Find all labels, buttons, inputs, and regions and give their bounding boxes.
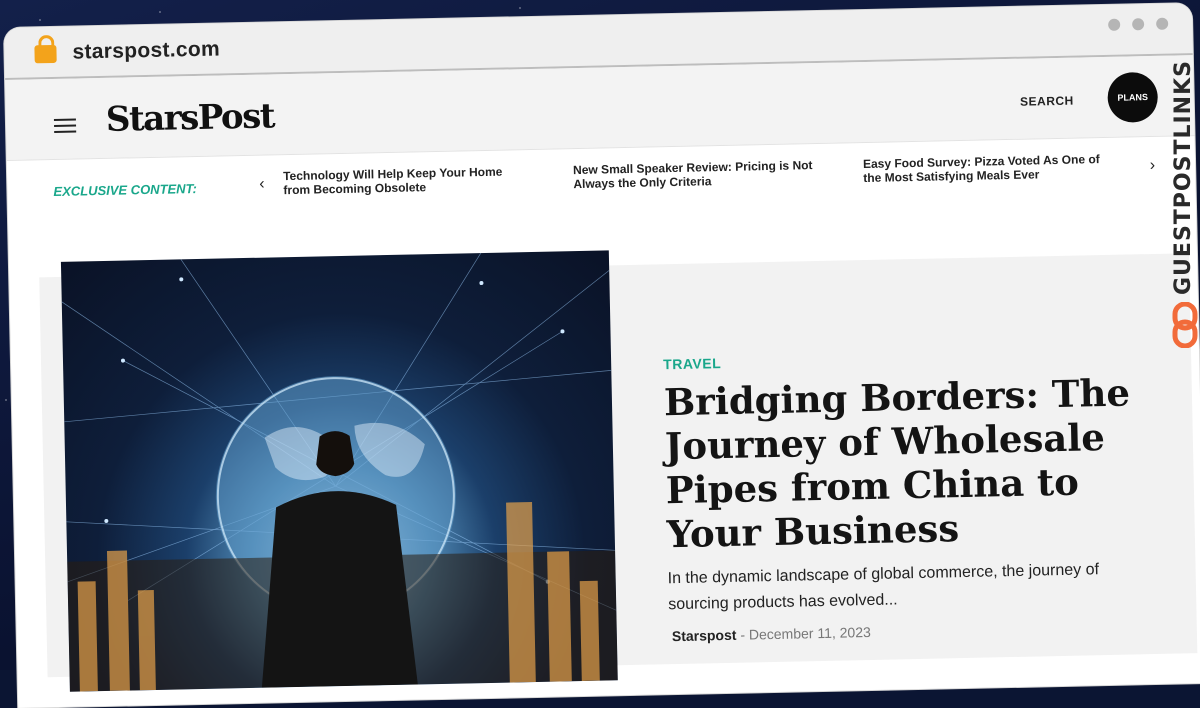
window-dot-icon[interactable] (1132, 18, 1145, 31)
watermark-text: GUESTPOSTLINKS (1171, 60, 1196, 295)
article-category[interactable]: TRAVEL (663, 355, 721, 372)
plans-button[interactable]: PLANS (1107, 71, 1159, 123)
featured-image[interactable] (60, 250, 618, 692)
search-link[interactable]: SEARCH (1020, 94, 1074, 109)
ticker-item[interactable]: New Small Speaker Review: Pricing is Not… (573, 158, 819, 191)
menu-icon[interactable] (53, 118, 77, 137)
article-author[interactable]: Starspost (672, 627, 737, 644)
ticker-item[interactable]: Technology Will Help Keep Your Home from… (283, 164, 529, 198)
chevron-left-icon[interactable]: ‹ (259, 176, 265, 194)
main-content: TRAVEL Bridging Borders: The Journey of … (7, 193, 1200, 708)
article-date: December 11, 2023 (748, 623, 871, 643)
globe-network-illustration (61, 252, 618, 692)
meta-separator: - (740, 626, 746, 643)
chevron-right-icon[interactable]: › (1150, 157, 1156, 175)
site-logo[interactable]: StarsPost (106, 96, 275, 140)
lock-icon (34, 44, 57, 64)
window-dot-icon[interactable] (1108, 18, 1121, 31)
ticker-label: EXCLUSIVE CONTENT: (53, 180, 198, 199)
url-text[interactable]: starspost.com (72, 37, 220, 64)
browser-window: starspost.com StarsPost SEARCH PLANS EXC… (4, 3, 1200, 708)
window-dot-icon[interactable] (1156, 17, 1169, 30)
chain-link-icon (1172, 302, 1198, 348)
article-title[interactable]: Bridging Borders: The Journey of Wholesa… (664, 370, 1138, 557)
window-controls (1108, 17, 1169, 31)
article-excerpt: In the dynamic landscape of global comme… (667, 561, 1100, 614)
ticker-item[interactable]: Easy Food Survey: Pizza Voted As One of … (863, 152, 1109, 185)
